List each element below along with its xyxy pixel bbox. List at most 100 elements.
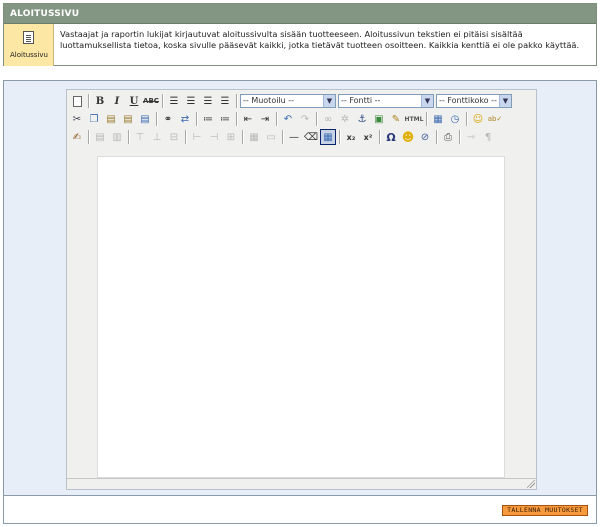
toolbar-separator [236, 112, 237, 126]
split-cells-button[interactable]: ▦ [246, 129, 262, 145]
cleanup-button[interactable]: ✎ [388, 111, 404, 127]
horizontal-rule-icon: — [289, 131, 299, 143]
delete-row-button[interactable]: ⊟ [166, 129, 182, 145]
resize-handle-icon[interactable] [527, 480, 535, 488]
image-icon: ▣ [374, 113, 384, 125]
undo-button[interactable]: ↶ [280, 111, 296, 127]
delete-col-button[interactable]: ⊞ [223, 129, 239, 145]
paste-button[interactable]: ▤ [103, 111, 119, 127]
strikethrough-button[interactable]: ABC [143, 93, 159, 109]
col-before-button[interactable]: ⊢ [189, 129, 205, 145]
numbered-list-button[interactable]: ≔ [217, 111, 233, 127]
align-justify-button[interactable]: ☰ [217, 93, 233, 109]
info-panel: ALOITUSSIVU Aloitussivu Vastaajat ja rap… [3, 3, 597, 66]
ltr-button[interactable]: ⇾ [463, 129, 479, 145]
new-document-button[interactable] [69, 93, 85, 109]
spellcheck-button[interactable]: ab✓ [487, 111, 503, 127]
insert-flash-button[interactable]: ⊘ [417, 129, 433, 145]
align-left-button[interactable]: ☰ [166, 93, 182, 109]
bullet-list-button[interactable]: ≔ [200, 111, 216, 127]
save-changes-button[interactable]: TALLENNA MUUTOKSET [502, 505, 588, 516]
col-after-icon: ⊣ [209, 131, 219, 143]
rich-text-editor: B I U ABC ☰ ☰ ☰ ☰ -- Muotoilu -- ▼ -- Fo… [66, 89, 537, 490]
copy-button[interactable]: ❐ [86, 111, 102, 127]
special-char-button[interactable]: Ω [383, 129, 399, 145]
table-cell-icon: ▥ [112, 131, 122, 143]
col-before-icon: ⊢ [192, 131, 202, 143]
indent-button[interactable]: ⇥ [257, 111, 273, 127]
align-center-icon: ☰ [186, 95, 196, 107]
table-row-props-button[interactable]: ▤ [92, 129, 108, 145]
row-before-button[interactable]: ⊤ [132, 129, 148, 145]
split-cells-icon: ▦ [249, 131, 259, 143]
redo-icon: ↷ [300, 113, 310, 125]
find-button[interactable]: ⚭ [160, 111, 176, 127]
outdent-button[interactable]: ⇤ [240, 111, 256, 127]
remove-format-button[interactable]: ⌫ [303, 129, 319, 145]
delete-row-icon: ⊟ [169, 131, 179, 143]
bullet-list-icon: ≔ [203, 113, 213, 125]
cut-button[interactable]: ✂ [69, 111, 85, 127]
row-before-icon: ⊤ [135, 131, 145, 143]
align-right-button[interactable]: ☰ [200, 93, 216, 109]
date-button[interactable]: ▦ [430, 111, 446, 127]
edit-icon: ✍ [72, 131, 82, 143]
font-select[interactable]: -- Fontti -- ▼ [338, 94, 434, 108]
underline-button[interactable]: U [126, 93, 142, 109]
redo-button[interactable]: ↷ [297, 111, 313, 127]
align-left-icon: ☰ [169, 95, 179, 107]
copy-icon: ❐ [89, 113, 99, 125]
indent-icon: ⇥ [260, 113, 270, 125]
toolbar-separator [128, 130, 129, 144]
toolbar-separator [459, 130, 460, 144]
font-select-value: -- Fontti -- [341, 96, 381, 105]
toolbar-separator [426, 112, 427, 126]
paragraph-mark-button[interactable]: ¶ [480, 129, 496, 145]
align-center-button[interactable]: ☰ [183, 93, 199, 109]
clock-icon: ◷ [450, 113, 460, 125]
replace-button[interactable]: ⇄ [177, 111, 193, 127]
document-icon [23, 31, 34, 44]
superscript-button[interactable]: x² [360, 129, 376, 145]
info-panel-body: Aloitussivu Vastaajat ja raportin lukija… [4, 24, 596, 66]
merge-cells-button[interactable]: ▭ [263, 129, 279, 145]
page-tile: Aloitussivu [4, 24, 54, 66]
toolbar-separator [282, 130, 283, 144]
paste-icon: ▤ [106, 113, 116, 125]
unlink-icon: ✲ [340, 113, 350, 125]
bold-button[interactable]: B [92, 93, 108, 109]
ltr-icon: ⇾ [466, 131, 476, 143]
paste-text-icon: ▤ [123, 113, 133, 125]
table-cell-props-button[interactable]: ▥ [109, 129, 125, 145]
italic-button[interactable]: I [109, 93, 125, 109]
row-after-button[interactable]: ⊥ [149, 129, 165, 145]
calendar-icon: ▦ [433, 113, 443, 125]
paste-text-button[interactable]: ▤ [120, 111, 136, 127]
replace-icon: ⇄ [180, 113, 190, 125]
merge-cells-icon: ▭ [266, 131, 276, 143]
anchor-button[interactable]: ⚓ [354, 111, 370, 127]
font-size-select[interactable]: -- Fonttikoko -- ▼ [436, 94, 512, 108]
print-button[interactable]: ⎙ [440, 129, 456, 145]
horizontal-rule-button[interactable]: — [286, 129, 302, 145]
printer-icon: ⎙ [444, 131, 452, 143]
editor-content-area[interactable] [97, 156, 505, 478]
html-source-button[interactable]: HTML [405, 111, 424, 127]
subscript-button[interactable]: x₂ [343, 129, 359, 145]
emotions-button[interactable]: ☺ [470, 111, 486, 127]
row-after-icon: ⊥ [152, 131, 162, 143]
editor-status-bar [67, 478, 536, 489]
paste-word-button[interactable]: ▤ [137, 111, 153, 127]
link-button[interactable]: ∞ [320, 111, 336, 127]
align-justify-icon: ☰ [220, 95, 230, 107]
visual-aid-button[interactable]: ▦ [320, 129, 336, 145]
toolbar-separator [156, 112, 157, 126]
toolbar-row-1: B I U ABC ☰ ☰ ☰ ☰ -- Muotoilu -- ▼ -- Fo… [69, 92, 514, 110]
insert-emotion-button[interactable]: ☻ [400, 129, 416, 145]
format-select[interactable]: -- Muotoilu -- ▼ [240, 94, 336, 108]
edit-css-button[interactable]: ✍ [69, 129, 85, 145]
time-button[interactable]: ◷ [447, 111, 463, 127]
unlink-button[interactable]: ✲ [337, 111, 353, 127]
image-button[interactable]: ▣ [371, 111, 387, 127]
col-after-button[interactable]: ⊣ [206, 129, 222, 145]
